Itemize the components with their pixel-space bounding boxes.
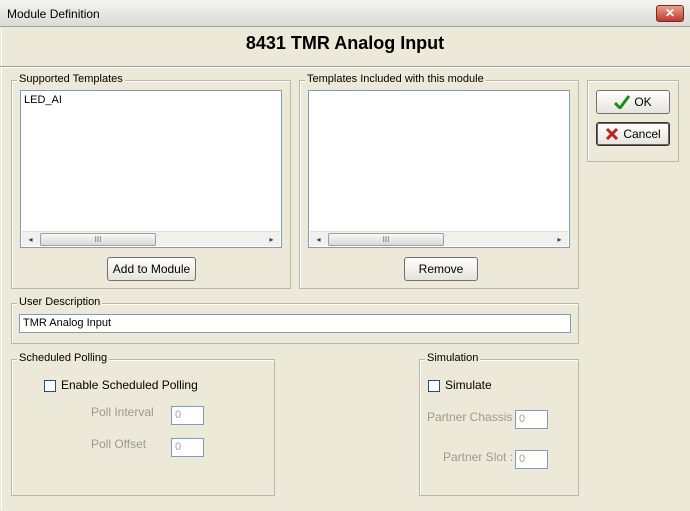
poll-offset-input[interactable]: 0 [171,438,204,457]
enable-scheduled-polling-label[interactable]: Enable Scheduled Polling [61,378,198,392]
included-templates-label: Templates Included with this module [305,73,486,85]
window-title: Module Definition [7,7,100,21]
supported-templates-list[interactable]: LED_AI ◂ III ▸ [20,90,282,248]
heading-separator [0,66,690,68]
included-templates-group: Templates Included with this module ◂ II… [299,73,579,289]
ok-label: OK [634,95,652,109]
scheduled-polling-group: Scheduled Polling Enable Scheduled Polli… [11,352,275,496]
partner-chassis-label: Partner Chassis : [427,410,520,424]
simulate-checkbox[interactable] [428,380,440,392]
x-mark-icon [606,127,619,141]
action-button-panel: OK Cancel [587,80,679,162]
title-bar[interactable]: Module Definition ✕ [0,0,690,27]
scroll-right-icon[interactable]: ▸ [265,233,278,246]
user-description-label: User Description [17,296,103,308]
close-icon: ✕ [664,6,676,20]
scroll-thumb[interactable]: III [328,233,444,246]
simulate-label[interactable]: Simulate [445,378,492,392]
scroll-left-icon[interactable]: ◂ [312,233,325,246]
scroll-right-icon[interactable]: ▸ [553,233,566,246]
user-description-input[interactable]: TMR Analog Input [19,314,571,333]
cancel-button[interactable]: Cancel [596,122,670,146]
supported-templates-label: Supported Templates [17,73,125,85]
partner-slot-input[interactable]: 0 [515,450,548,469]
included-templates-list[interactable]: ◂ III ▸ [308,90,570,248]
scheduled-polling-label: Scheduled Polling [17,352,110,364]
module-heading: 8431 TMR Analog Input [245,33,445,53]
remove-button[interactable]: Remove [404,257,478,281]
partner-slot-label: Partner Slot : [443,450,514,464]
simulation-label: Simulation [425,352,481,364]
close-button[interactable]: ✕ [656,5,684,22]
cancel-label: Cancel [623,127,661,141]
poll-interval-label: Poll Interval [91,405,154,419]
horizontal-scrollbar[interactable]: ◂ III ▸ [310,231,568,246]
supported-templates-group: Supported Templates LED_AI ◂ III ▸ Add t… [11,73,291,289]
user-description-group: User Description TMR Analog Input [11,296,579,344]
scroll-left-icon[interactable]: ◂ [24,233,37,246]
simulation-group: Simulation Simulate Partner Chassis : 0 … [419,352,579,496]
ok-button[interactable]: OK [596,90,670,114]
checkmark-icon [614,95,631,109]
scroll-thumb[interactable]: III [40,233,156,246]
partner-chassis-input[interactable]: 0 [515,410,548,429]
list-item[interactable]: LED_AI [24,94,62,106]
poll-interval-input[interactable]: 0 [171,406,204,425]
enable-scheduled-polling-checkbox[interactable] [44,380,56,392]
poll-offset-label: Poll Offset [91,437,147,451]
add-to-module-button[interactable]: Add to Module [107,257,196,281]
horizontal-scrollbar[interactable]: ◂ III ▸ [22,231,280,246]
